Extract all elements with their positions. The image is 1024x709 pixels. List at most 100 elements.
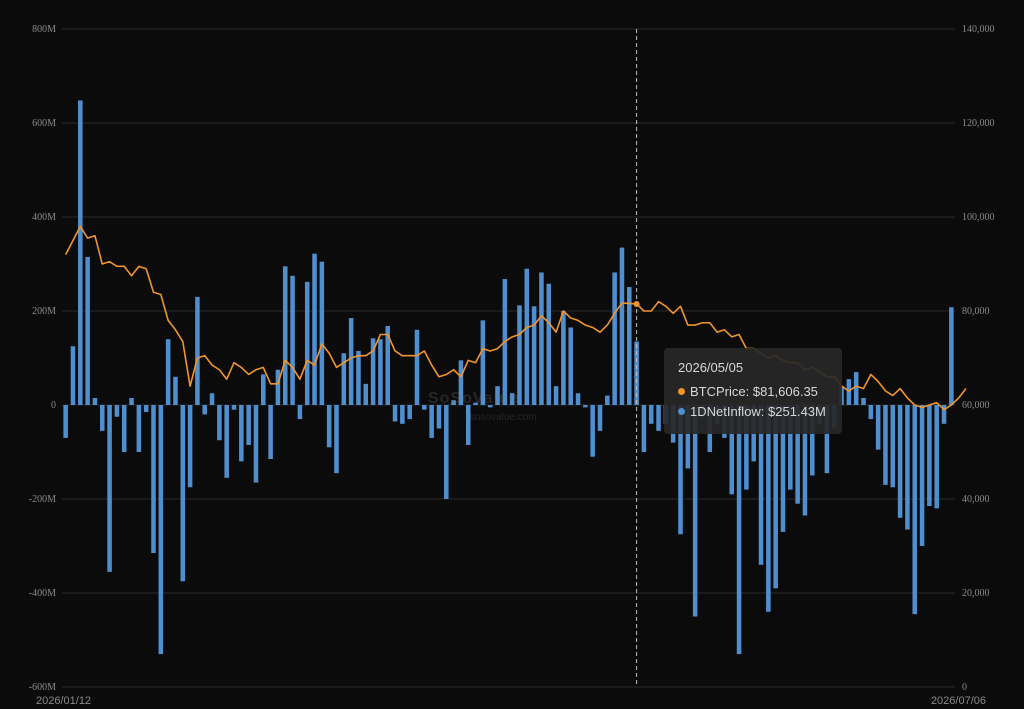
inflow-bar [99, 405, 105, 431]
inflow-bar [912, 405, 918, 615]
inflow-bar [319, 261, 325, 405]
inflow-bar [356, 350, 361, 405]
left-tick-label: -400M [29, 588, 56, 599]
inflow-bar [524, 268, 530, 405]
inflow-bar [436, 405, 442, 429]
inflow-bar [868, 405, 874, 420]
inflow-bar [949, 307, 954, 405]
inflow-bar [85, 256, 90, 405]
inflow-bar [231, 405, 237, 410]
inflow-bar [224, 405, 229, 478]
tooltip-inflow-row: 1DNetInflow: $251.43M [678, 404, 826, 419]
inflow-bar [282, 266, 288, 405]
x-axis: 2026/01/12 2026/07/06 [36, 695, 986, 707]
inflow-bar [546, 283, 552, 405]
inflow-bar [692, 405, 698, 617]
right-tick-label: 0 [962, 682, 967, 693]
inflow-bar [297, 405, 303, 420]
inflow-bar [334, 405, 339, 474]
inflow-bar [363, 383, 369, 405]
tooltip-inflow: 1DNetInflow: $251.43M [690, 404, 826, 419]
inflow-bar [897, 405, 903, 518]
inflow-bar [107, 405, 112, 572]
inflow-bar [934, 405, 939, 509]
inflow-bar [422, 405, 427, 410]
inflow-bar [63, 405, 68, 438]
inflow-bar [217, 405, 222, 441]
right-axis: 140,000 120,000 100,000 80,000 60,000 40,000 2… [962, 24, 995, 693]
inflow-bar [239, 405, 244, 462]
inflow-bar [78, 100, 83, 405]
price-dot-icon [678, 388, 685, 395]
hover-tooltip: 2026/05/05 BTCPrice: $81,606.35 1DNetInf… [664, 348, 842, 434]
inflow-bar [927, 405, 932, 507]
inflow-bar [304, 281, 310, 405]
left-tick-label: -600M [29, 682, 56, 693]
inflow-bar [656, 405, 661, 431]
inflow-bar [619, 247, 625, 405]
price-highlight-point [633, 300, 640, 307]
left-tick-label: 400M [32, 212, 56, 223]
watermark-brand: SoSoValue [428, 390, 520, 407]
inflow-bar [590, 405, 595, 457]
inflow-bar [531, 306, 537, 405]
inflow-bar [539, 272, 544, 405]
tooltip-date: 2026/05/05 [678, 360, 744, 375]
inflow-bar [158, 405, 164, 655]
tooltip-price-row: BTCPrice: $81,606.35 [678, 384, 818, 399]
inflow-bar [575, 393, 581, 405]
inflow-bar [202, 405, 207, 415]
left-tick-label: 800M [32, 24, 56, 35]
inflow-bar [766, 405, 771, 612]
inflow-bar [180, 405, 186, 582]
inflow-bar [853, 372, 859, 405]
inflow-bar [114, 405, 120, 417]
inflow-bar [612, 272, 617, 405]
inflow-bar [553, 386, 559, 405]
inflow-bar [846, 379, 852, 405]
inflow-bar [641, 405, 647, 452]
inflow-bar [648, 405, 654, 424]
inflow-bar [70, 346, 76, 405]
inflow-bar [143, 405, 149, 413]
inflow-bar [312, 253, 317, 405]
inflow-bar [883, 405, 888, 485]
x-tick-start: 2026/01/12 [36, 695, 91, 707]
inflow-bar [348, 318, 354, 405]
inflow-bar [568, 327, 573, 405]
inflow-bar [268, 405, 273, 460]
left-tick-label: -200M [29, 494, 56, 505]
inflow-bar [561, 311, 566, 405]
tooltip-price: BTCPrice: $81,606.35 [690, 384, 818, 399]
inflow-bar [173, 376, 178, 405]
inflow-bar [121, 405, 127, 452]
inflow-bar [253, 405, 259, 483]
inflow-bar [583, 405, 588, 408]
right-tick-label: 100,000 [962, 212, 995, 223]
inflow-dot-icon [678, 408, 685, 415]
inflow-bar [400, 405, 405, 424]
watermark-url: sosovalue.com [470, 412, 537, 423]
inflow-bar [861, 397, 866, 405]
inflow-bar [429, 405, 434, 438]
inflow-bar [627, 287, 632, 405]
inflow-bar [151, 405, 156, 554]
inflow-bar [378, 339, 383, 405]
left-tick-label: 600M [32, 118, 56, 129]
right-tick-label: 40,000 [962, 494, 990, 505]
inflow-bar [414, 329, 420, 405]
inflow-bar [290, 275, 295, 405]
inflow-bar [275, 369, 281, 405]
inflow-bar [187, 405, 193, 488]
left-axis: 800M 600M 400M 200M 0 -200M -400M -600M [29, 24, 56, 693]
inflow-bar [261, 374, 266, 405]
right-tick-label: 60,000 [962, 400, 990, 411]
x-tick-end: 2026/07/06 [931, 695, 986, 707]
inflow-bar [136, 405, 142, 452]
inflow-bar [875, 405, 881, 450]
inflow-bar [597, 405, 603, 431]
inflow-bar [326, 405, 332, 448]
inflow-bar [465, 405, 471, 445]
inflow-bar [919, 405, 925, 546]
inflow-bar [605, 395, 610, 405]
